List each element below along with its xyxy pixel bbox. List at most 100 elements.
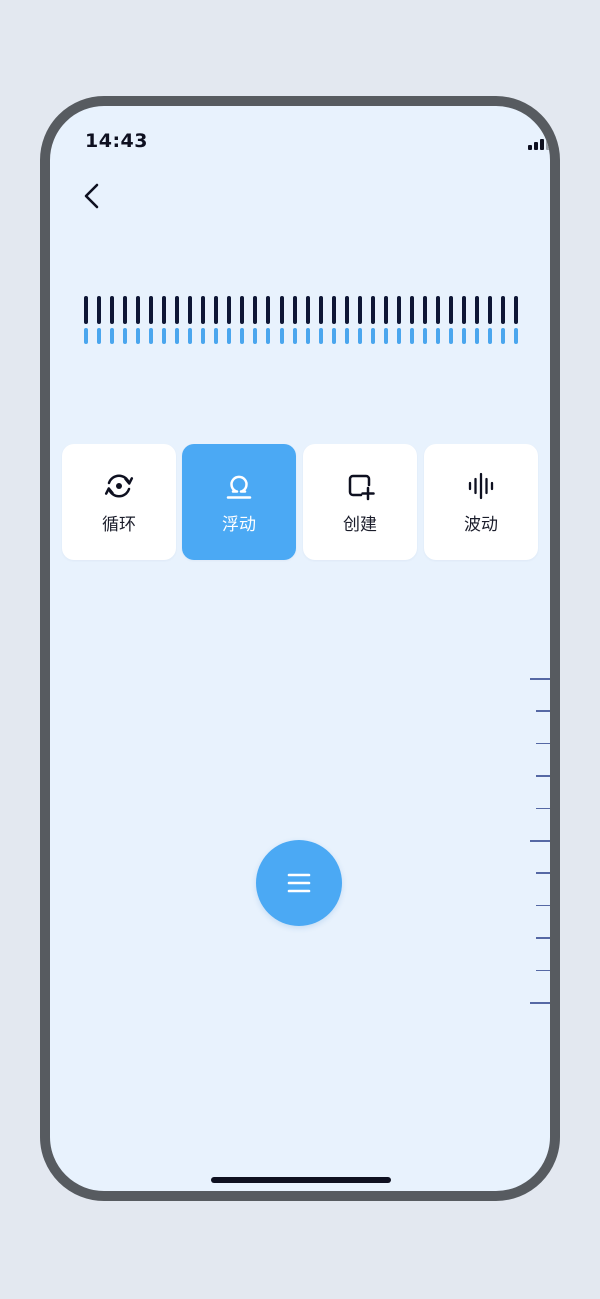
visualizer-bar (305, 328, 310, 344)
ruler-tick (536, 969, 550, 972)
visualizer-bar (84, 296, 88, 324)
visualizer-bar (396, 328, 401, 344)
visualizer-bar (214, 296, 219, 324)
mode-card-wave[interactable]: 波动 (424, 444, 538, 560)
visualizer-bar (318, 328, 323, 344)
ruler-tick (536, 904, 550, 907)
visualizer-bar (266, 328, 271, 344)
mode-card-create[interactable]: 创建 (303, 444, 417, 560)
cycle-icon (104, 474, 134, 498)
visualizer-bar (175, 328, 180, 344)
visualizer-bar (97, 328, 101, 344)
visualizer-bar (448, 328, 453, 344)
visualizer-bar (149, 328, 154, 344)
chevron-left-icon (84, 183, 99, 209)
ruler-tick (530, 840, 550, 842)
visualizer-bar (253, 296, 258, 324)
visualizer-bar (422, 296, 427, 324)
visualizer-bar (474, 328, 479, 344)
visualizer-bar (487, 328, 492, 344)
visualizer-bar (292, 296, 297, 324)
visualizer-bar (123, 328, 128, 344)
visualizer-bar (357, 328, 362, 344)
visualizer-bar (188, 328, 193, 344)
visualizer-bar (136, 328, 141, 344)
visualizer-bar (110, 328, 115, 344)
visualizer-bars-dark (84, 296, 522, 324)
wave-icon (468, 472, 494, 500)
ruler-tick (530, 1002, 550, 1004)
visualizer-bar (188, 296, 193, 324)
ruler-tick (536, 775, 550, 777)
visualizer-bar (227, 296, 232, 324)
visualizer-bar (514, 296, 518, 324)
visualizer-bar (487, 296, 492, 324)
visualizer-bar (162, 328, 167, 344)
visualizer-bar (409, 296, 414, 324)
visualizer-bar (435, 296, 440, 324)
visualizer-bar (461, 296, 466, 324)
mode-label: 创建 (343, 515, 377, 535)
visualizer-bar (97, 296, 101, 324)
visualizer-bar (474, 296, 479, 324)
ruler-tick (536, 710, 550, 712)
visualizer-bar (383, 328, 388, 344)
mode-card-float[interactable]: 浮动 (182, 444, 296, 560)
ruler-tick (536, 742, 550, 745)
status-time: 14:43 (85, 130, 148, 152)
visualizer-bar (149, 296, 154, 324)
visualizer-bar (331, 296, 336, 324)
visualizer-bar (409, 328, 414, 344)
visualizer-bar (344, 328, 349, 344)
menu-button[interactable] (256, 840, 342, 926)
visualizer-bar (396, 296, 401, 324)
visualizer-bar (357, 296, 362, 324)
phone-frame: 14:43 循环 浮动 创建 波动 (40, 96, 560, 1201)
visualizer-bar (240, 328, 245, 344)
float-icon (226, 475, 252, 499)
visualizer-bar (292, 328, 297, 344)
visualizer-bar (461, 328, 466, 344)
visualizer-bar (501, 296, 505, 324)
menu-icon (287, 873, 311, 893)
visualizer-bar (279, 296, 284, 324)
visualizer-bar (175, 296, 180, 324)
back-button[interactable] (72, 176, 112, 216)
ruler-tick (536, 872, 550, 874)
visualizer-bar (331, 328, 336, 344)
visualizer-bar (240, 296, 245, 324)
visualizer-bar (279, 328, 284, 344)
visualizer-bar (422, 328, 427, 344)
side-ruler[interactable] (528, 678, 550, 1008)
ruler-tick (536, 937, 550, 939)
visualizer-bar (370, 328, 375, 344)
visualizer-bar (266, 296, 271, 324)
visualizer-bar (318, 296, 323, 324)
visualizer-bar (162, 296, 167, 324)
mode-card-cycle[interactable]: 循环 (62, 444, 176, 560)
visualizer-bar (123, 296, 128, 324)
visualizer-bar (370, 296, 375, 324)
home-indicator (211, 1177, 391, 1183)
mode-label: 波动 (464, 515, 498, 535)
create-icon (348, 474, 375, 501)
mode-label: 浮动 (222, 515, 256, 535)
visualizer-bar (201, 328, 206, 344)
mode-selector: 循环 浮动 创建 波动 (62, 444, 540, 560)
visualizer-bar (344, 296, 349, 324)
visualizer-bar (201, 296, 206, 324)
visualizer-bar (305, 296, 310, 324)
ruler-tick (530, 678, 550, 680)
visualizer-bar (253, 328, 258, 344)
visualizer-bar (84, 328, 88, 344)
visualizer-bar (110, 296, 115, 324)
wifi-icon (556, 134, 560, 152)
mode-label: 循环 (102, 515, 136, 535)
visualizer-bars-blue (84, 328, 522, 344)
visualizer-bar (501, 328, 505, 344)
ruler-tick (536, 807, 550, 810)
visualizer-bar (435, 328, 440, 344)
visualizer-bar (227, 328, 232, 344)
visualizer-bar (514, 328, 518, 344)
visualizer-bar (214, 328, 219, 344)
